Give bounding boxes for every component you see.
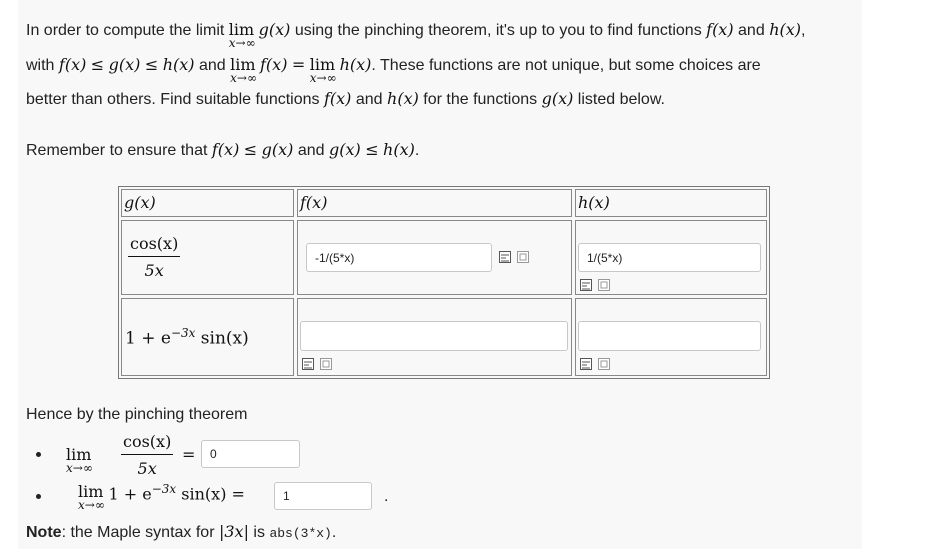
preview-icon[interactable] [302,358,314,370]
le-symbol: ≤ [243,140,258,159]
note-label: Note [26,524,62,541]
abs-3x: |3x| [218,522,249,541]
remember-line: Remember to ensure that f(x) ≤ g(x) and … [26,140,419,160]
bullet [36,452,41,457]
limit-2-expression: lim x→∞ 1 + e−3x sin(x) = [78,482,245,512]
header-g: g(x) [124,193,156,212]
intro-line-3: better than others. Find suitable functi… [26,89,665,109]
h-symbol: h(x) [383,140,415,159]
h-symbol: h(x) [387,89,419,108]
limit-2-answer-input[interactable]: 1 [274,482,372,510]
conclusion-heading: Hence by the pinching theorem [26,406,248,423]
le-symbol: ≤ [90,55,105,74]
intro-text: using the pinching theorem, it's up to y… [294,22,702,39]
intro-text: with [26,57,55,74]
row2-g-cell: 1 + e−3x sin(x) [121,298,294,376]
f-symbol: f(x) [58,55,87,74]
intro-text: . These functions are not unique, but so… [371,57,761,74]
f-symbol: f(x) [211,140,240,159]
le-symbol: ≤ [144,55,159,74]
remember-text: . [414,142,420,159]
help-icon[interactable] [598,279,610,291]
f1-input[interactable]: -1/(5*x) [306,243,492,272]
preview-icon[interactable] [580,279,592,291]
trailing-dot: . [384,488,389,505]
eq-symbol: = [182,445,196,464]
note-text: is [253,524,265,541]
f-symbol: f(x) [323,89,352,108]
f2-input[interactable] [300,321,568,351]
intro-text: and [355,91,383,108]
preview-icon[interactable] [580,358,592,370]
f-symbol: f(x) [260,55,288,74]
help-icon[interactable] [320,358,332,370]
limit-1-operator: lim x→∞ [66,445,93,475]
g-symbol: g(x) [541,89,574,108]
f-symbol: f(x) [706,20,734,39]
header-f-cell: f(x) [297,189,572,217]
intro-text: better than others. Find suitable functi… [26,91,320,108]
intro-text: and [738,22,765,39]
row1-g-cell: cos(x) 5x [121,220,294,295]
limit-1-fraction: cos(x) 5x [121,432,174,478]
note-code: abs(3*x) [269,526,332,541]
header-g-cell: g(x) [121,189,294,217]
intro-text: and [198,57,226,74]
header-h: h(x) [578,193,610,212]
limit-operator: lim x→∞ [309,55,337,85]
eq-symbol: = [291,55,306,74]
g2-expression: 1 + e−3x sin(x) [125,326,249,349]
note-text: : the Maple syntax for [61,524,215,541]
intro-text: listed below. [577,91,665,108]
h1-input[interactable]: 1/(5*x) [578,243,761,272]
help-icon[interactable] [517,251,529,263]
note-line: Note: the Maple syntax for |3x| is abs(3… [26,522,336,542]
g-symbol: g(x) [328,140,361,159]
header-f: f(x) [300,193,328,212]
limit-1-answer-input[interactable]: 0 [201,440,300,468]
intro-line-2: with f(x) ≤ g(x) ≤ h(x) and lim x→∞ f(x) … [26,55,761,85]
preview-icon[interactable] [499,251,511,263]
note-text: . [331,524,337,541]
g-symbol: g(x) [261,140,294,159]
remember-text: and [297,142,325,159]
h2-input[interactable] [578,321,761,351]
h-symbol: h(x) [769,20,801,39]
g1-fraction: cos(x) 5x [128,234,181,280]
intro-line-1: In order to compute the limit lim x→∞ g(x… [26,20,806,50]
bullet [36,494,41,499]
h-symbol: h(x) [339,55,372,74]
intro-text: In order to compute the limit [26,22,225,39]
h-symbol: h(x) [162,55,195,74]
intro-text: for the functions [423,91,538,108]
g-symbol: g(x) [108,55,141,74]
g-symbol: g(x) [258,20,291,39]
limit-operator: lim x→∞ [230,55,257,85]
remember-text: Remember to ensure that [26,142,208,159]
help-icon[interactable] [598,358,610,370]
limit-operator: lim x→∞ [228,20,256,50]
header-h-cell: h(x) [575,189,767,217]
le-symbol: ≤ [365,140,379,159]
